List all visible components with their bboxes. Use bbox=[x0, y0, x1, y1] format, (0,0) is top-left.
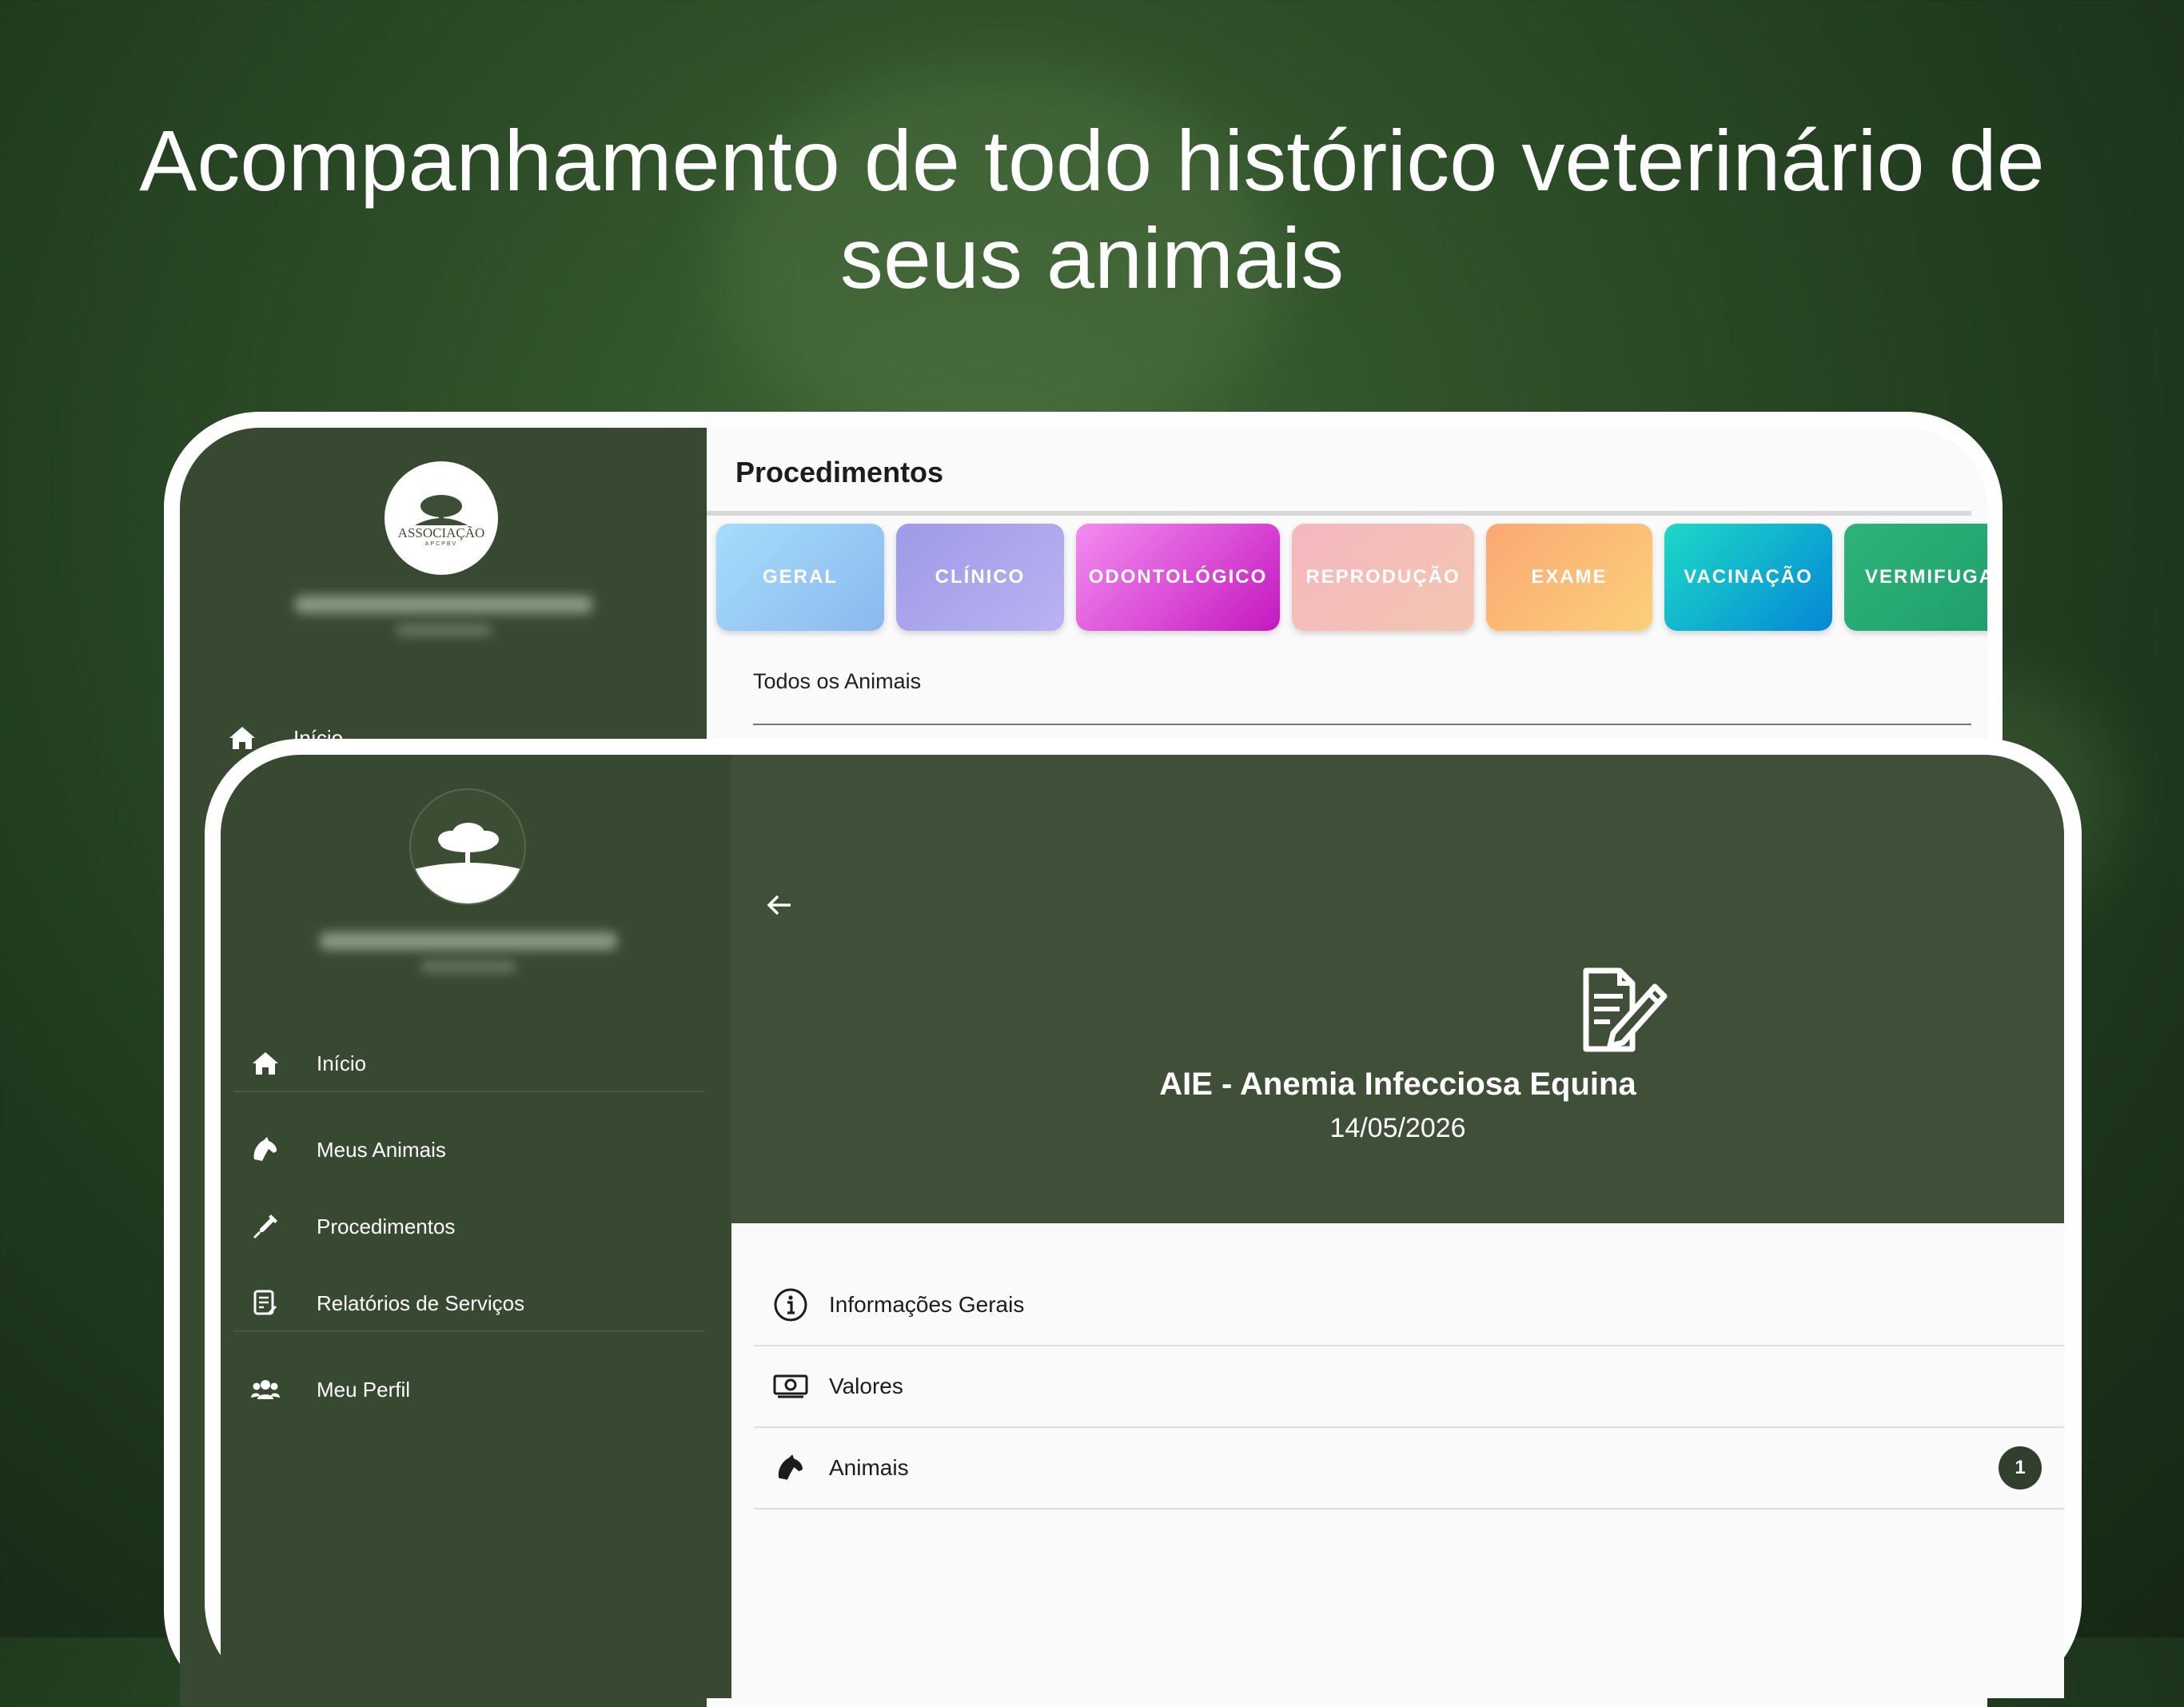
sidebar-divider bbox=[233, 1091, 705, 1092]
sidebar-item-procedimentos[interactable]: Procedimentos bbox=[249, 1210, 455, 1242]
procedure-date: 14/05/2026 bbox=[1329, 1113, 1466, 1143]
sidebar: Início Meus Animais Procedimentos Relató… bbox=[221, 755, 731, 1698]
logo-subtext: APCPBV bbox=[424, 541, 458, 547]
horse-icon bbox=[249, 1134, 281, 1166]
sidebar-item-label: Relatórios de Serviços bbox=[317, 1290, 525, 1315]
list-item-animais[interactable]: Animais 1 bbox=[754, 1428, 2064, 1510]
headline-line-2: seus animais bbox=[839, 209, 1345, 306]
logo-text: ASSOCIAÇÃO bbox=[397, 525, 485, 540]
front-screen: Início Meus Animais Procedimentos Relató… bbox=[221, 755, 2064, 1698]
tree-logo-icon bbox=[411, 823, 524, 903]
header-divider bbox=[707, 511, 1971, 516]
category-tabs: GERAL CLÍNICO ODONTOLÓGICO REPRODUÇÃO EX… bbox=[716, 524, 1987, 631]
headline-line-1: Acompanhamento de todo histórico veterin… bbox=[139, 112, 2045, 209]
category-label: REPRODUÇÃO bbox=[1305, 566, 1461, 588]
sidebar-item-meu-perfil[interactable]: Meu Perfil bbox=[249, 1374, 410, 1406]
category-reproducao[interactable]: REPRODUÇÃO bbox=[1292, 524, 1474, 631]
list-item-valores[interactable]: Valores bbox=[754, 1346, 2064, 1428]
syringe-icon bbox=[249, 1210, 281, 1242]
sidebar-item-meus-animais[interactable]: Meus Animais bbox=[249, 1134, 446, 1166]
category-label: EXAME bbox=[1531, 566, 1608, 588]
back-button[interactable] bbox=[760, 886, 799, 924]
procedure-title: AIE - Anemia Infecciosa Equina bbox=[1159, 1067, 1636, 1102]
list-item-informacoes-gerais[interactable]: Informações Gerais bbox=[754, 1265, 2064, 1346]
sidebar-item-label: Meu Perfil bbox=[317, 1377, 411, 1402]
user-role-blurred bbox=[396, 624, 492, 636]
category-exame[interactable]: EXAME bbox=[1486, 524, 1652, 631]
home-icon bbox=[249, 1047, 281, 1079]
users-icon bbox=[249, 1374, 281, 1406]
category-clinico[interactable]: CLÍNICO bbox=[896, 524, 1064, 631]
horse-icon bbox=[771, 1449, 810, 1487]
sidebar-item-label: Início bbox=[317, 1051, 367, 1075]
user-name-blurred bbox=[295, 596, 592, 613]
home-icon bbox=[226, 722, 258, 754]
arrow-left-icon bbox=[767, 895, 791, 915]
category-label: VERMIFUGA bbox=[1865, 566, 1987, 588]
sidebar-divider bbox=[233, 1330, 705, 1332]
tablet-front: Início Meus Animais Procedimentos Relató… bbox=[205, 739, 2082, 1698]
filter-underline bbox=[753, 724, 1971, 725]
page-title: Procedimentos bbox=[735, 456, 944, 489]
association-logo bbox=[409, 788, 526, 905]
tree-logo-icon bbox=[415, 495, 468, 525]
category-geral[interactable]: GERAL bbox=[716, 524, 884, 631]
sidebar-item-label: Procedimentos bbox=[317, 1214, 456, 1238]
animal-filter-select[interactable]: Todos os Animais bbox=[753, 669, 921, 694]
category-label: GERAL bbox=[763, 566, 838, 588]
list-item-label: Animais bbox=[829, 1455, 909, 1480]
count-badge: 1 bbox=[1999, 1446, 2042, 1490]
category-label: CLÍNICO bbox=[935, 566, 1026, 588]
category-vacinacao[interactable]: VACINAÇÃO bbox=[1664, 524, 1832, 631]
list-item-label: Valores bbox=[829, 1374, 903, 1398]
sidebar-item-relatorios[interactable]: Relatórios de Serviços bbox=[249, 1287, 524, 1319]
list-item-label: Informações Gerais bbox=[829, 1292, 1025, 1317]
money-icon bbox=[771, 1367, 810, 1406]
report-icon bbox=[249, 1287, 281, 1319]
sidebar-item-inicio[interactable]: Início bbox=[249, 1047, 366, 1079]
category-vermifugacao[interactable]: VERMIFUGA bbox=[1844, 524, 1987, 631]
association-logo: ASSOCIAÇÃO APCPBV bbox=[385, 461, 498, 575]
user-role-blurred bbox=[420, 961, 516, 972]
category-label: ODONTOLÓGICO bbox=[1088, 566, 1268, 588]
category-label: VACINAÇÃO bbox=[1684, 566, 1813, 588]
info-icon bbox=[771, 1286, 810, 1324]
procedure-detail-page: AIE - Anemia Infecciosa Equina 14/05/202… bbox=[731, 755, 2064, 1698]
user-name-blurred bbox=[320, 932, 617, 950]
edit-document-icon bbox=[1575, 955, 1679, 1059]
category-odontologico[interactable]: ODONTOLÓGICO bbox=[1076, 524, 1280, 631]
headline: Acompanhamento de todo histórico veterin… bbox=[0, 112, 2184, 307]
sidebar-item-label: Meus Animais bbox=[317, 1137, 446, 1162]
procedure-header: AIE - Anemia Infecciosa Equina 14/05/202… bbox=[731, 755, 2064, 1223]
